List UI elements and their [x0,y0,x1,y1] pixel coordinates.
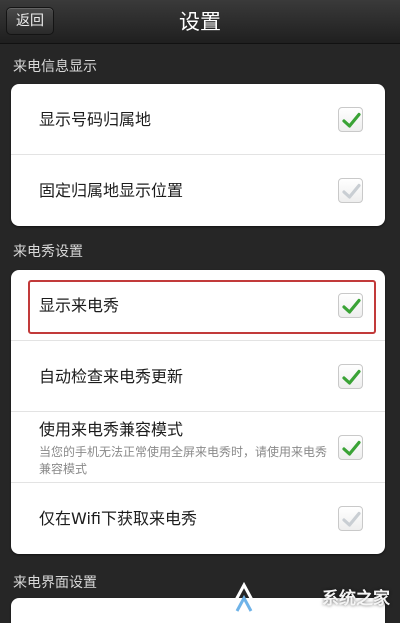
setting-label: 使用来电秀兼容模式 [39,420,184,439]
setting-row-show-caller-show[interactable]: 显示来电秀 [11,270,385,341]
checkbox-auto-check-updates[interactable] [338,364,363,389]
setting-row-show-location[interactable]: 显示号码归属地 [11,84,385,155]
checkmark-icon [342,112,361,128]
checkbox-compat-mode[interactable] [338,435,363,460]
watermark-text: 系统之家 [322,589,390,609]
checkmark-icon [342,440,361,456]
setting-label: 显示号码归属地 [39,110,152,129]
watermark-logo-icon [227,581,261,613]
setting-row-fixed-location-position[interactable]: 固定归属地显示位置 [11,155,385,226]
section-label-caller-info: 来电信息显示 [13,59,97,75]
card-caller-info: 显示号码归属地 固定归属地显示位置 [11,84,385,226]
checkbox-show-caller-show[interactable] [338,293,363,318]
checkmark-disabled-icon [342,511,361,527]
section-label-caller-show: 来电秀设置 [13,244,83,260]
card-caller-show: 显示来电秀 自动检查来电秀更新 使用来电秀兼容模式 当您的手机无法正常使用全屏来… [11,270,385,554]
setting-label: 仅在Wifi下获取来电秀 [39,509,197,528]
page-title: 设置 [179,10,221,34]
section-label-call-screen: 来电界面设置 [13,575,97,591]
setting-label: 自动检查来电秀更新 [39,367,184,386]
checkbox-fixed-location-position[interactable] [338,178,363,203]
setting-row-wifi-only[interactable]: 仅在Wifi下获取来电秀 [11,483,385,554]
checkbox-wifi-only[interactable] [338,506,363,531]
checkmark-icon [342,298,361,314]
setting-row-auto-check-updates[interactable]: 自动检查来电秀更新 [11,341,385,412]
checkmark-disabled-icon [342,183,361,199]
setting-label: 显示来电秀 [39,296,120,315]
checkmark-icon [342,369,361,385]
checkbox-show-location[interactable] [338,107,363,132]
setting-label: 固定归属地显示位置 [39,181,184,200]
top-bar: 返回 设置 [0,0,400,44]
setting-description: 当您的手机无法正常使用全屏来电秀时，请使用来电秀兼容模式 [39,445,328,476]
setting-row-compat-mode[interactable]: 使用来电秀兼容模式 当您的手机无法正常使用全屏来电秀时，请使用来电秀兼容模式 [11,412,385,483]
